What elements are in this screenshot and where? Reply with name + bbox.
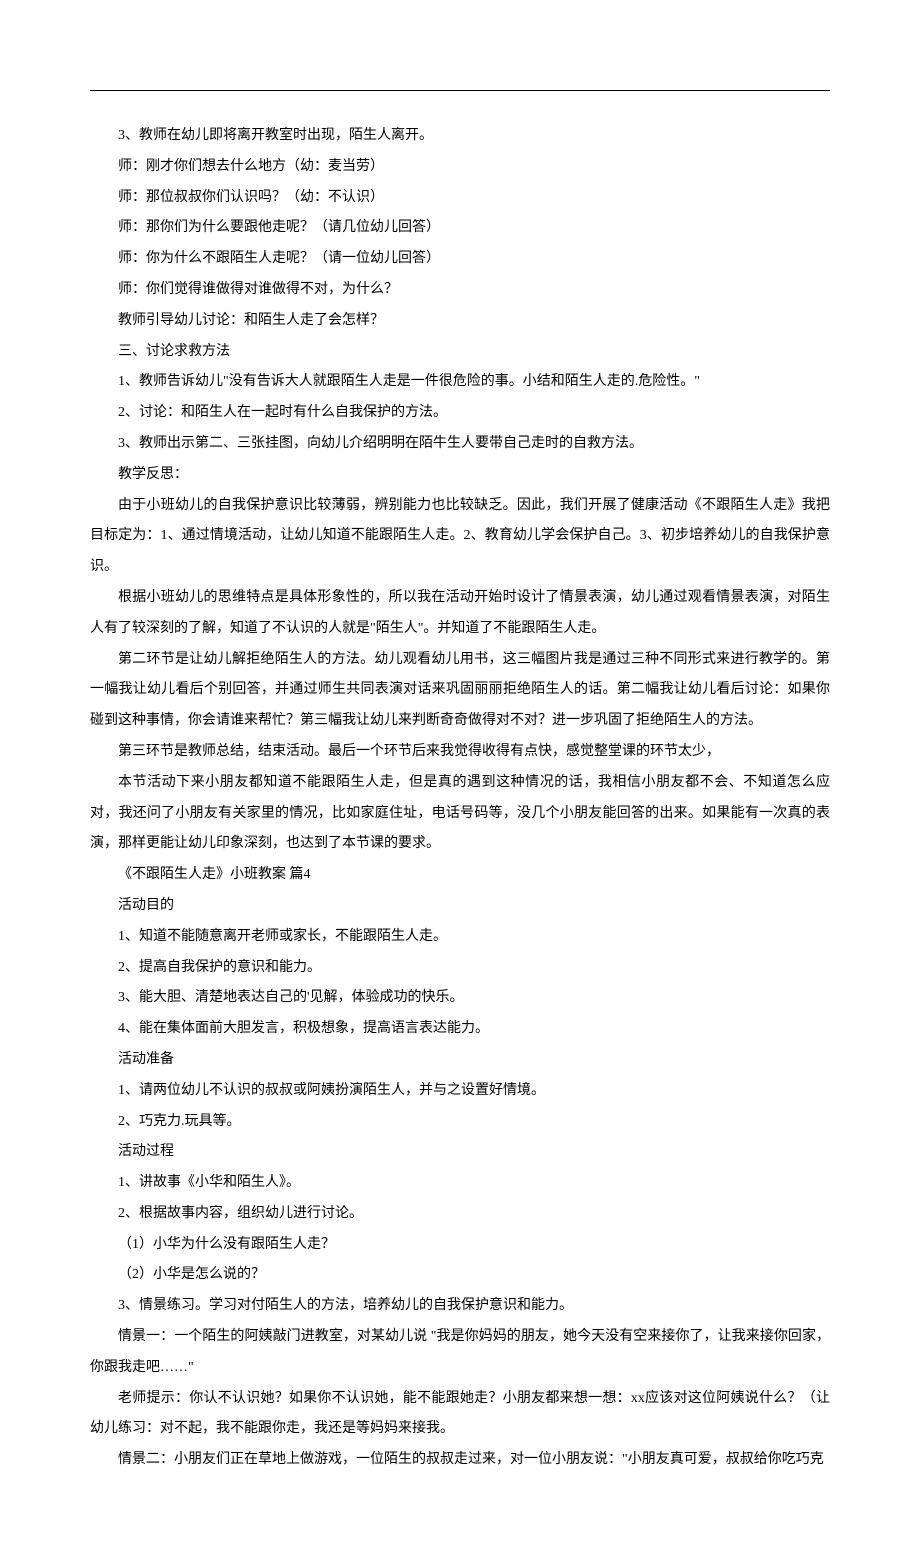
paragraph: （2）小华是怎么说的？: [90, 1260, 830, 1291]
paragraph: 情景二：小朋友们正在草地上做游戏，一位陌生的叔叔走过来，对一位小朋友说："小朋友…: [90, 1445, 830, 1476]
paragraph: 4、能在集体面前大胆发言，积极想象，提高语言表达能力。: [90, 1014, 830, 1045]
paragraph: 2、讨论：和陌生人在一起时有什么自我保护的方法。: [90, 398, 830, 429]
paragraph: 师：你们觉得谁做得对谁做得不对，为什么？: [90, 275, 830, 306]
paragraph: 2、根据故事内容，组织幼儿进行讨论。: [90, 1199, 830, 1230]
paragraph: 活动过程: [90, 1137, 830, 1168]
paragraph: 三、讨论求救方法: [90, 337, 830, 368]
paragraph: 3、教师出示第二、三张挂图，向幼儿介绍明明在陌牛生人要带自己走时的自救方法。: [90, 429, 830, 460]
paragraph: 第三环节是教师总结，结束活动。最后一个环节后来我觉得收得有点快，感觉整堂课的环节…: [90, 737, 830, 768]
paragraph: 活动目的: [90, 891, 830, 922]
paragraph: 1、请两位幼儿不认识的叔叔或阿姨扮演陌生人，并与之设置好情境。: [90, 1076, 830, 1107]
paragraph: 3、能大胆、清楚地表达自己的'见解，体验成功的快乐。: [90, 983, 830, 1014]
paragraph: 师：那你们为什么要跟他走呢？（请几位幼儿回答）: [90, 213, 830, 244]
document-body: 3、教师在幼儿即将离开教室时出现，陌生人离开。 师：刚才你们想去什么地方（幼：麦…: [90, 121, 830, 1476]
paragraph: （1）小华为什么没有跟陌生人走？: [90, 1230, 830, 1261]
paragraph: 3、情景练习。学习对付陌生人的方法，培养幼儿的自我保护意识和能力。: [90, 1291, 830, 1322]
paragraph: 本节活动下来小朋友都知道不能跟陌生人走，但是真的遇到这种情况的话，我相信小朋友都…: [90, 768, 830, 860]
paragraph: 活动准备: [90, 1045, 830, 1076]
paragraph: 由于小班幼儿的自我保护意识比较薄弱，辨别能力也比较缺乏。因此，我们开展了健康活动…: [90, 491, 830, 583]
paragraph: 师：那位叔叔你们认识吗？（幼：不认识）: [90, 183, 830, 214]
paragraph: 1、知道不能随意离开老师或家长，不能跟陌生人走。: [90, 922, 830, 953]
paragraph: 3、教师在幼儿即将离开教室时出现，陌生人离开。: [90, 121, 830, 152]
paragraph: 1、教师告诉幼儿"没有告诉大人就跟陌生人走是一件很危险的事。小结和陌生人走的.危…: [90, 367, 830, 398]
paragraph: 2、提高自我保护的意识和能力。: [90, 953, 830, 984]
paragraph: 教师引导幼儿讨论：和陌生人走了会怎样？: [90, 306, 830, 337]
paragraph: 师：你为什么不跟陌生人走呢？（请一位幼儿回答）: [90, 244, 830, 275]
paragraph: 1、讲故事《小华和陌生人》。: [90, 1168, 830, 1199]
paragraph: 《不跟陌生人走》小班教案 篇4: [90, 860, 830, 891]
paragraph: 师：刚才你们想去什么地方（幼：麦当劳）: [90, 152, 830, 183]
paragraph: 第二环节是让幼儿解拒绝陌生人的方法。幼儿观看幼儿用书，这三幅图片我是通过三种不同…: [90, 645, 830, 737]
paragraph: 根据小班幼儿的思维特点是具体形象性的，所以我在活动开始时设计了情景表演，幼儿通过…: [90, 583, 830, 645]
top-divider: [90, 90, 830, 91]
paragraph: 2、巧克力.玩具等。: [90, 1107, 830, 1138]
paragraph: 教学反思：: [90, 460, 830, 491]
paragraph: 情景一：一个陌生的阿姨敲门进教室，对某幼儿说 "我是你妈妈的朋友，她今天没有空来…: [90, 1322, 830, 1384]
paragraph: 老师提示：你认不认识她？如果你不认识她，能不能跟她走？小朋友都来想一想：xx应该…: [90, 1384, 830, 1446]
